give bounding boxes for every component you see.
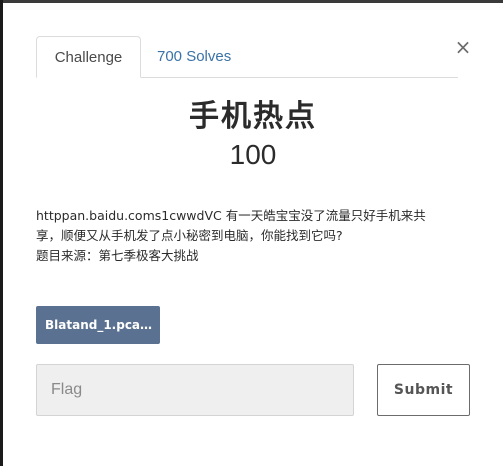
file-download-button[interactable]: Blatand_1.pcap... [36,306,160,344]
challenge-description: httppan.baidu.coms1cwwdVC 有一天皓宝宝没了流量只好手机… [36,206,476,266]
tab-solves[interactable]: 700 Solves [141,36,247,78]
description-line: httppan.baidu.coms1cwwdVC 有一天皓宝宝没了流量只好手机… [36,208,426,223]
description-line: 题目来源：第七季极客大挑战 [36,248,199,263]
flag-input[interactable] [36,364,354,416]
submit-button[interactable]: Submit [377,364,470,416]
challenge-points: 100 [229,139,277,170]
tab-challenge[interactable]: Challenge [36,36,141,78]
challenge-modal: × Challenge 700 Solves 手机热点 100 httppan.… [3,3,503,466]
challenge-title: 手机热点 [189,99,317,134]
tab-bar: Challenge 700 Solves [36,36,458,78]
description-line: 享，顺便又从手机发了点小秘密到电脑，你能找到它吗? [36,228,343,243]
